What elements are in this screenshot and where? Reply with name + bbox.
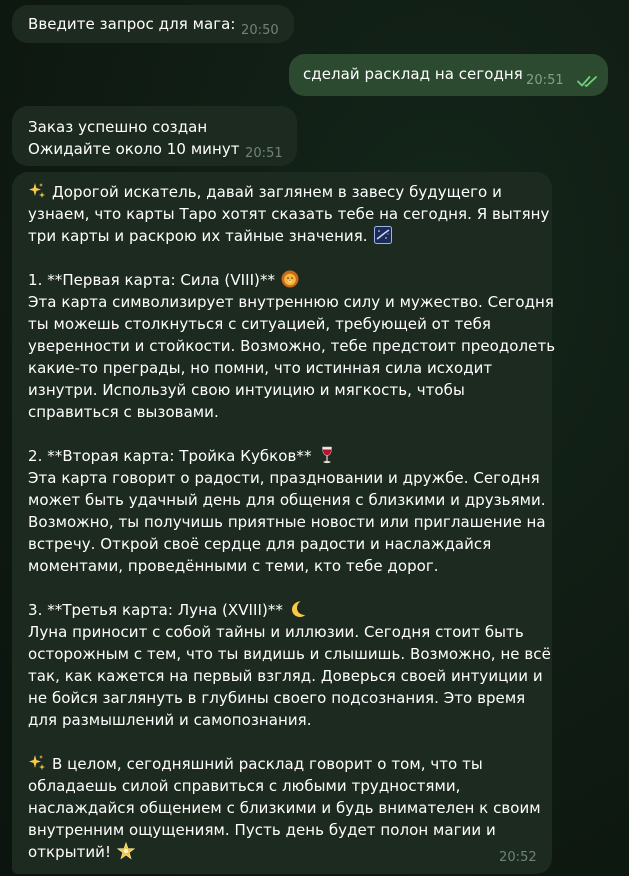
message-text	[28, 423, 552, 445]
double-check-icon	[577, 76, 597, 87]
message-text: встречу. Открой своё сердце для радости …	[28, 535, 492, 553]
message-text: узнаем, что карты Таро хотят сказать теб…	[28, 205, 550, 223]
message-text: наслаждайся общением с близкими и будь в…	[28, 799, 541, 817]
message-text: может быть удачный день для общения с бл…	[28, 491, 546, 509]
message-text: справиться с вызовами.	[28, 403, 219, 421]
message-text: Дорогой искатель, давай заглянем в завес…	[52, 183, 502, 201]
message-text: 3. **Третья карта: Луна (XVIII)**	[28, 601, 283, 619]
message-text: 1. **Первая карта: Сила (VIII)**	[28, 271, 276, 289]
message-time: 20:52	[499, 850, 537, 865]
chat-area[interactable]: Введите запрос для мага: 20:50 сделай ра…	[0, 0, 629, 876]
message-bubble-incoming[interactable]: Заказ успешно создан Ожидайте около 10 м…	[12, 106, 297, 166]
message-text: изнутри. Используй свою интуицию и мягко…	[28, 381, 465, 399]
message-text	[28, 731, 552, 753]
message-text: осторожным с тем, что ты видишь и слышиш…	[28, 645, 551, 663]
message-text: ты можешь столкнуться с ситуацией, требу…	[28, 315, 491, 333]
message-text: 2. **Вторая карта: Тройка Кубков**	[28, 447, 312, 465]
message-text: какие-то преграды, но помни, что истинна…	[28, 359, 493, 377]
message-text: обладаешь силой справиться с любыми труд…	[28, 777, 461, 795]
message-text: открытий!	[28, 843, 112, 861]
message-text: три карты и раскрою их тайные значения.	[28, 227, 368, 245]
message-text	[28, 247, 552, 269]
message-text: моментами, проведёнными с теми, кто тебе…	[28, 557, 439, 575]
message-time: 20:51	[245, 146, 283, 161]
message-text: не бойся заглянуть в глубины своего подс…	[28, 689, 526, 707]
message-text: внутренним ощущениям. Пусть день будет п…	[28, 821, 496, 839]
message-bubble-incoming[interactable]: Введите запрос для мага: 20:50	[12, 5, 294, 43]
message-time: 20:50	[241, 23, 279, 38]
message-text: уверенности и стойкости. Возможно, тебе …	[28, 337, 556, 355]
message-text: Луна приносит с собой тайны и иллюзии. С…	[28, 623, 524, 641]
lion-face-icon	[281, 270, 299, 288]
crescent-moon-icon	[291, 601, 306, 617]
galaxy-icon	[373, 226, 392, 244]
message-text: Эта карта говорит о радости, праздновани…	[28, 469, 540, 487]
sparkles-icon	[29, 755, 45, 770]
message-text: так, как кажется на первый взгляд. Довер…	[28, 667, 543, 685]
glowing-star-icon	[117, 842, 136, 860]
message-text: Заказ успешно создан	[28, 118, 208, 136]
message-bubble-outgoing[interactable]: сделай расклад на сегодня 20:51	[289, 54, 608, 96]
wine-glass-icon	[321, 446, 332, 464]
message-time: 20:51	[526, 73, 564, 88]
message-bubble-incoming[interactable]: Дорогой искатель, давай заглянем в завес…	[12, 172, 556, 874]
message-text: В целом, сегодняшний расклад говорит о т…	[52, 755, 483, 773]
message-text: Возможно, ты получишь приятные новости и…	[28, 513, 546, 531]
message-text: для размышлений и самопознания.	[28, 711, 312, 729]
sparkles-icon	[29, 183, 45, 198]
message-text: Эта карта символизирует внутреннюю силу …	[28, 293, 554, 311]
message-text	[28, 577, 552, 599]
